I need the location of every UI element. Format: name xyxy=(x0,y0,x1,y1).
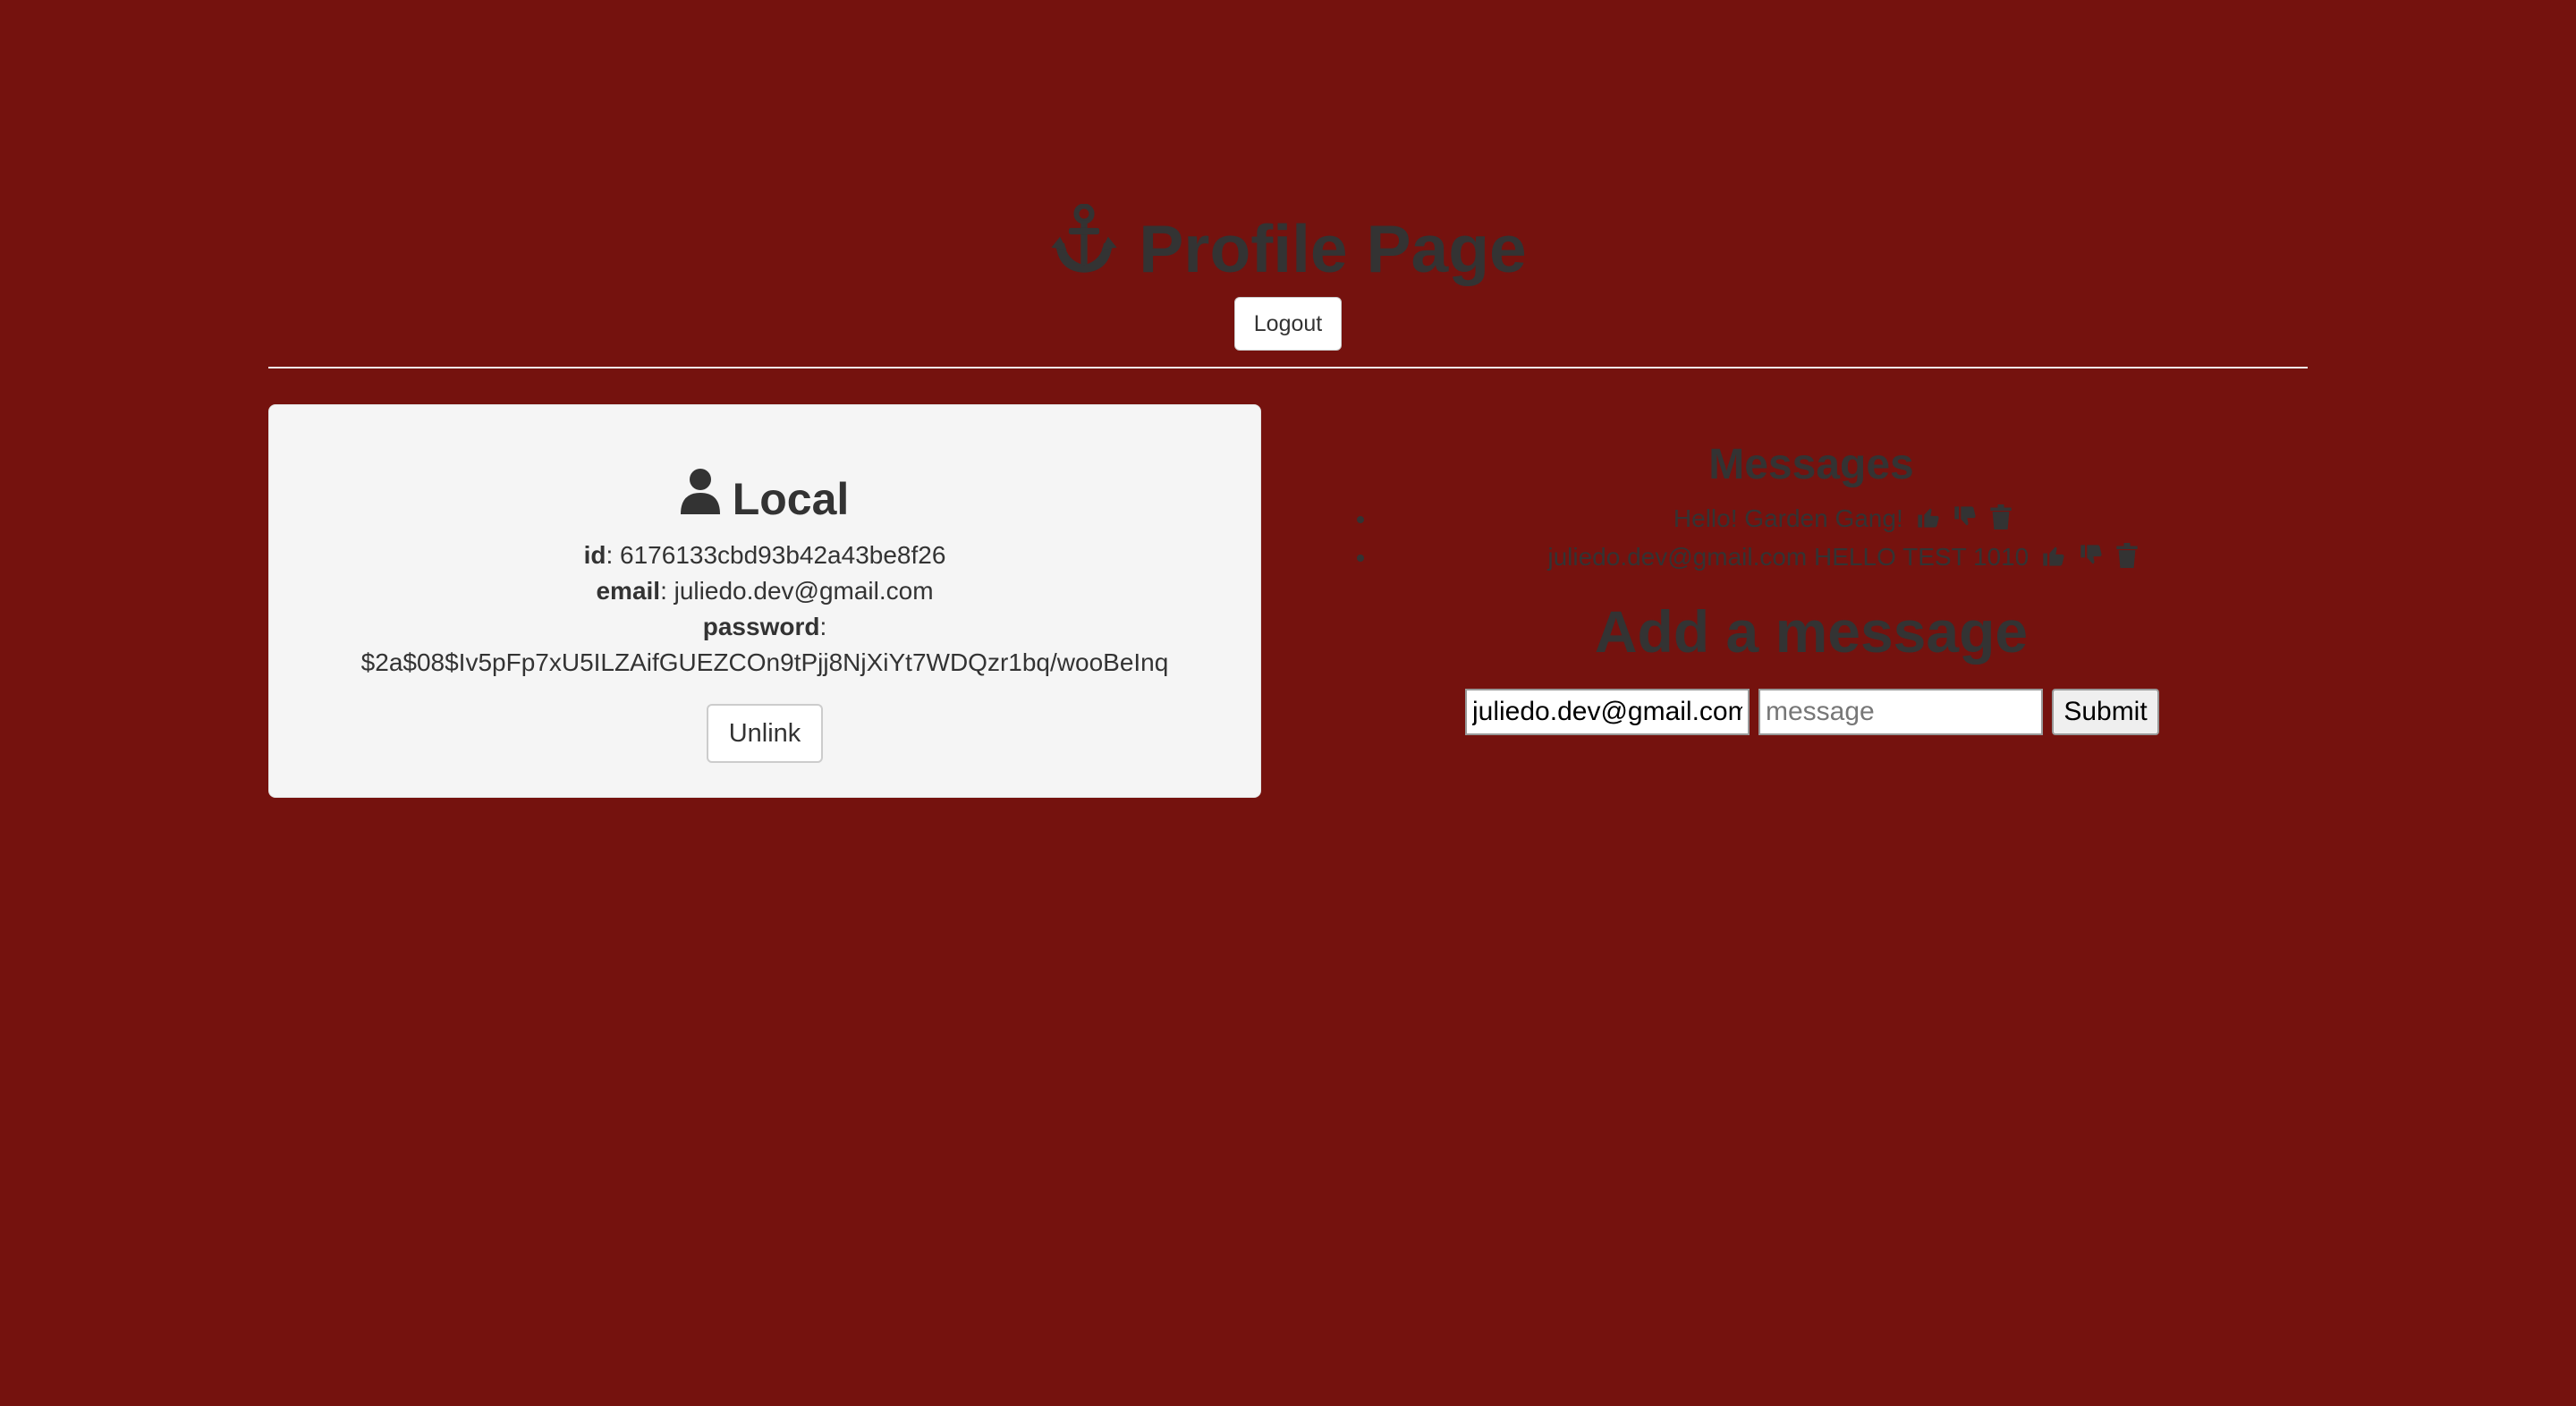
message-text: juliedo.dev@gmail.com HELLO TEST 1010 xyxy=(1547,543,2029,571)
submit-button[interactable]: Submit xyxy=(2052,689,2159,735)
messages-section: Messages Hello! Garden Gang! juliedo.dev… xyxy=(1315,429,2308,667)
messages-title: Messages xyxy=(1708,441,1914,488)
page-title-text: Profile Page xyxy=(1139,211,1527,286)
local-card-title-text: Local xyxy=(732,474,850,524)
password-row: password: $2a$08$Iv5pFp7xU5ILZAifGUEZCOn… xyxy=(269,609,1260,681)
id-label: id xyxy=(583,541,606,569)
message-input[interactable] xyxy=(1758,689,2043,735)
unlink-button[interactable]: Unlink xyxy=(707,704,823,763)
id-row: id: 6176133cbd93b42a43be8f26 xyxy=(583,541,946,569)
message-item: Hello! Garden Gang! xyxy=(1377,501,2308,539)
add-message-form: Submit xyxy=(1465,689,2159,735)
user-icon xyxy=(680,468,720,530)
divider xyxy=(268,367,2308,368)
thumbs-down-icon[interactable] xyxy=(1953,504,1978,539)
message-text: Hello! Garden Gang! xyxy=(1673,504,1903,532)
message-item: juliedo.dev@gmail.com HELLO TEST 1010 xyxy=(1377,539,2308,578)
local-account-info: id: 6176133cbd93b42a43be8f26 email: juli… xyxy=(269,538,1260,681)
messages-list: Hello! Garden Gang! juliedo.dev@gmail.co… xyxy=(1315,501,2308,578)
page-header: Profile Page xyxy=(0,203,2576,293)
password-value: $2a$08$Iv5pFp7xU5ILZAifGUEZCOn9tPjj8NjXi… xyxy=(360,648,1169,676)
password-label: password xyxy=(702,613,820,640)
local-account-card: Local id: 6176133cbd93b42a43be8f26 email… xyxy=(268,404,1261,798)
name-input[interactable] xyxy=(1465,689,1750,735)
trash-icon[interactable] xyxy=(2115,542,2138,578)
email-label: email xyxy=(596,577,661,605)
add-message-title: Add a message xyxy=(1594,598,2029,665)
email-row: email: juliedo.dev@gmail.com xyxy=(596,577,934,605)
anchor-icon xyxy=(1049,203,1119,293)
logout-button[interactable]: Logout xyxy=(1234,297,1342,351)
email-value: juliedo.dev@gmail.com xyxy=(674,577,934,605)
thumbs-up-icon[interactable] xyxy=(1916,504,1941,539)
local-card-title: Local xyxy=(680,468,850,530)
id-value: 6176133cbd93b42a43be8f26 xyxy=(620,541,946,569)
page-title: Profile Page xyxy=(1049,203,1527,293)
trash-icon[interactable] xyxy=(1990,504,2012,539)
thumbs-up-icon[interactable] xyxy=(2041,542,2066,578)
thumbs-down-icon[interactable] xyxy=(2079,542,2104,578)
